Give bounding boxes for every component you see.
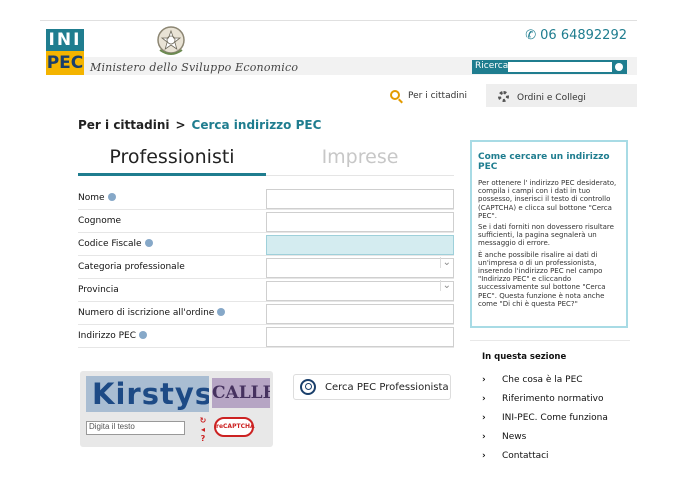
help-box: Come cercare un indirizzo PEC Per ottene… — [470, 140, 628, 328]
field-label: Nome — [78, 193, 116, 203]
info-icon[interactable] — [139, 331, 147, 339]
captcha-image-word: Kirstys — [86, 376, 209, 412]
field-label-text: Categoria professionale — [78, 262, 185, 272]
chevron-right-icon: › — [482, 375, 486, 385]
gear-icon — [498, 91, 509, 102]
nome-input[interactable] — [266, 189, 454, 209]
captcha-widget: Kirstys CALLE Digita il testo ↻ ◂ ? reCA… — [80, 371, 273, 447]
captcha-input[interactable]: Digita il testo — [86, 421, 185, 435]
section-link-normativo[interactable]: › Riferimento normativo — [482, 394, 603, 404]
info-icon[interactable] — [107, 193, 116, 201]
field-label: Numero di iscrizione all'ordine — [78, 308, 226, 318]
phone-icon: ✆ — [525, 28, 537, 43]
nav-tab-orders[interactable]: Ordini e Collegi — [486, 84, 637, 107]
help-paragraph: Per ottenere l' indirizzo PEC desiderato… — [478, 179, 617, 220]
section-link-label: INI-PEC. Come funziona — [502, 413, 608, 423]
info-icon[interactable] — [217, 308, 226, 316]
nav-tab-citizens[interactable]: Per i cittadini — [390, 90, 467, 101]
section-link-pec[interactable]: › Che cosa è la PEC — [482, 375, 583, 385]
republic-emblem-icon — [157, 26, 185, 55]
section-link-label: Contattaci — [502, 451, 549, 461]
captcha-controls: ↻ ◂ ? — [198, 416, 208, 443]
categoria-select[interactable] — [266, 257, 454, 278]
field-label-text: Indirizzo PEC — [78, 331, 136, 341]
breadcrumb-separator: > — [175, 118, 186, 132]
indirizzo-pec-input[interactable] — [266, 327, 454, 347]
chevron-right-icon: › — [482, 432, 486, 442]
search-pec-button[interactable]: Cerca PEC Professionista — [293, 374, 451, 400]
recaptcha-logo: reCAPTCHA — [214, 417, 255, 437]
logo-pec: PEC — [46, 51, 84, 75]
magnifier-icon — [390, 90, 400, 100]
tab-imprese[interactable]: Imprese — [266, 146, 454, 176]
breadcrumb-root[interactable]: Per i cittadini — [78, 118, 169, 132]
field-row-codice-fiscale: Codice Fiscale — [78, 233, 454, 256]
breadcrumb: Per i cittadini > Cerca indirizzo PEC — [78, 118, 321, 132]
field-row-numero-iscrizione: Numero di iscrizione all'ordine — [78, 302, 454, 325]
search-pec-button-label: Cerca PEC Professionista — [325, 382, 449, 393]
field-label-text: Provincia — [78, 285, 119, 295]
top-divider — [40, 20, 637, 21]
nav-orders-label: Ordini e Collegi — [517, 93, 586, 103]
field-label: Categoria professionale — [78, 262, 185, 272]
help-paragraph: Se i dati forniti non dovessero risultar… — [478, 223, 614, 248]
help-icon[interactable]: ? — [198, 434, 208, 443]
section-link-contattaci[interactable]: › Contattaci — [482, 451, 549, 461]
field-row-cognome: Cognome — [78, 210, 454, 233]
provincia-select[interactable] — [266, 280, 454, 301]
search-label: Ricerca — [475, 61, 509, 71]
section-link-label: News — [502, 432, 527, 442]
section-title: In questa sezione — [482, 352, 567, 362]
ini-pec-logo[interactable]: INI PEC — [46, 29, 84, 75]
breadcrumb-current: Cerca indirizzo PEC — [191, 118, 322, 132]
field-row-provincia: Provincia — [78, 279, 454, 302]
chevron-right-icon: › — [482, 394, 486, 404]
search-go-icon[interactable] — [615, 63, 623, 71]
field-label-text: Codice Fiscale — [78, 239, 142, 249]
search-bar: Ricerca — [472, 60, 627, 74]
ministry-name: Ministero dello Sviluppo Economico — [90, 61, 299, 74]
field-label-text: Numero di iscrizione all'ordine — [78, 308, 215, 318]
numero-iscrizione-input[interactable] — [266, 304, 454, 324]
nav-citizens-label: Per i cittadini — [408, 91, 468, 101]
section-divider — [470, 340, 630, 341]
field-row-nome: Nome — [78, 187, 454, 210]
section-link-come-funziona[interactable]: › INI-PEC. Come funziona — [482, 413, 608, 423]
codice-fiscale-input[interactable] — [266, 235, 454, 255]
field-label: Codice Fiscale — [78, 239, 153, 249]
chevron-right-icon: › — [482, 413, 486, 423]
field-label-text: Nome — [78, 193, 105, 203]
chevron-right-icon: › — [482, 451, 486, 461]
field-label: Provincia — [78, 285, 119, 295]
cognome-input[interactable] — [266, 212, 454, 232]
phone-contact[interactable]: ✆ 06 64892292 — [525, 28, 627, 43]
tab-professionisti[interactable]: Professionisti — [78, 146, 266, 176]
captcha-image-word-2: CALLE — [212, 378, 270, 408]
page: INI PEC Ministero dello Sviluppo Economi… — [40, 20, 637, 482]
refresh-icon[interactable]: ↻ — [198, 416, 208, 425]
field-label-text: Cognome — [78, 216, 122, 226]
field-row-categoria: Categoria professionale — [78, 256, 454, 279]
section-link-label: Che cosa è la PEC — [502, 375, 583, 385]
search-input[interactable] — [508, 62, 612, 72]
field-label: Cognome — [78, 216, 121, 226]
field-label: Indirizzo PEC — [78, 331, 147, 341]
audio-icon[interactable]: ◂ — [198, 425, 208, 434]
help-paragraph: È anche possibile risalire ai dati di un… — [478, 250, 606, 308]
info-icon[interactable] — [144, 239, 153, 247]
logo-ini: INI — [46, 29, 84, 51]
help-title: Come cercare un indirizzo PEC — [478, 152, 610, 172]
field-row-indirizzo-pec: Indirizzo PEC — [78, 325, 454, 348]
phone-number: 06 64892292 — [540, 28, 627, 43]
section-link-label: Riferimento normativo — [502, 394, 604, 404]
search-icon — [300, 379, 316, 395]
section-link-news[interactable]: › News — [482, 432, 526, 442]
